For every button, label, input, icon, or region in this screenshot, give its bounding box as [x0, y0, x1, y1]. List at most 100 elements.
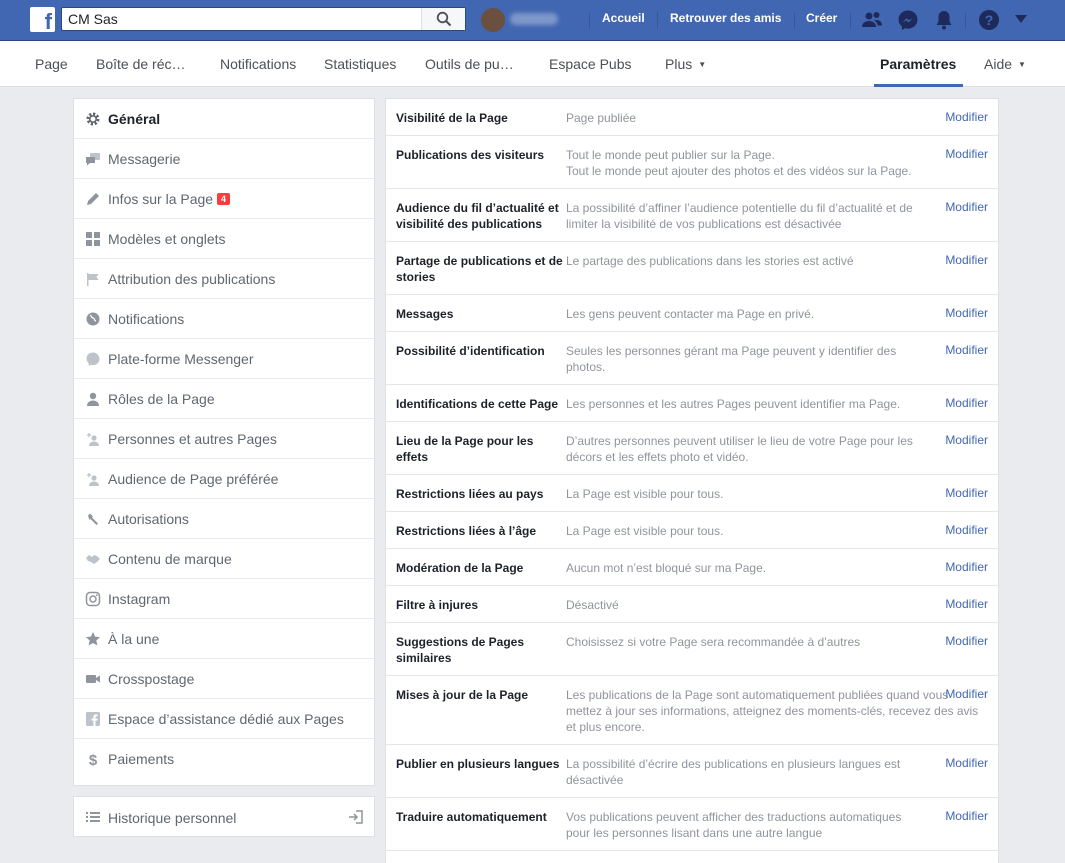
active-tab-indicator [874, 84, 963, 87]
top-navigation-bar: f Accueil Retrouver des amis Créer ? [0, 0, 1065, 41]
friends-icon[interactable] [860, 8, 884, 32]
video-icon [86, 675, 100, 683]
tab-statistics[interactable]: Statistiques [324, 56, 396, 72]
edit-link[interactable]: Modifier [945, 343, 988, 357]
edit-link[interactable]: Modifier [945, 433, 988, 447]
sidebar-item-preferred-audience[interactable]: Audience de Page préférée [74, 459, 374, 499]
edit-link[interactable]: Modifier [945, 396, 988, 410]
sidebar-item-page-info[interactable]: Infos sur la Page 4 [74, 179, 374, 219]
sidebar-item-label: Paiements [108, 751, 175, 767]
sidebar-item-branded-content[interactable]: Contenu de marque [74, 539, 374, 579]
sidebar-item-crossposting[interactable]: Crosspostage [74, 659, 374, 699]
help-icon[interactable]: ? [977, 8, 1001, 32]
setting-row-story-sharing: Partage de publications et de stories Le… [386, 242, 998, 295]
setting-title: Lieu de la Page pour les effets [396, 434, 534, 464]
setting-title: Identifications de cette Page [396, 397, 559, 411]
edit-link[interactable]: Modifier [945, 597, 988, 611]
star-icon [85, 632, 101, 646]
sidebar-item-label: Espace d’assistance dédié aux Pages [108, 711, 344, 727]
tab-help[interactable]: Aide ▼ [984, 56, 1026, 72]
edit-link[interactable]: Modifier [945, 523, 988, 537]
tab-publishing-tools[interactable]: Outils de pu… [425, 56, 514, 72]
sidebar-item-label: Personnes et autres Pages [108, 431, 277, 447]
tab-ad-center[interactable]: Espace Pubs [549, 56, 632, 72]
sidebar-item-label: Crosspostage [108, 671, 195, 687]
sidebar-item-templates-tabs[interactable]: Modèles et onglets [74, 219, 374, 259]
setting-row-page-location-effects: Lieu de la Page pour les effets D’autres… [386, 422, 998, 475]
sidebar-item-label: Infos sur la Page [108, 191, 214, 207]
search-input[interactable] [62, 8, 422, 30]
edit-link[interactable]: Modifier [945, 486, 988, 500]
setting-row-page-moderation: Modération de la Page Aucun mot n’est bl… [386, 549, 998, 586]
setting-description: Le partage des publications dans les sto… [566, 254, 854, 268]
sidebar-item-featured[interactable]: À la une [74, 619, 374, 659]
setting-title: Modération de la Page [396, 561, 524, 575]
tab-settings[interactable]: Paramètres [880, 56, 956, 72]
setting-row-page-visibility: Visibilité de la Page Page publiée Modif… [386, 99, 998, 136]
setting-description: La Page est visible pour tous. [566, 524, 724, 538]
setting-row-page-updates: Mises à jour de la Page Les publications… [386, 676, 998, 745]
messenger-icon[interactable] [896, 8, 920, 32]
setting-row-profanity-filter: Filtre à injures Désactivé Modifier [386, 586, 998, 623]
sidebar-item-messenger-platform[interactable]: Plate-forme Messenger [74, 339, 374, 379]
edit-link[interactable]: Modifier [945, 809, 988, 823]
sign-in-icon[interactable] [348, 809, 364, 825]
sidebar-item-notifications[interactable]: Notifications [74, 299, 374, 339]
edit-link[interactable]: Modifier [945, 200, 988, 214]
setting-description: Les publications de la Page sont automat… [566, 688, 979, 734]
bell-icon[interactable] [932, 8, 956, 32]
caret-down-icon[interactable] [1014, 13, 1028, 25]
facebook-logo-icon[interactable]: f [30, 7, 55, 34]
create-link[interactable]: Créer [806, 11, 837, 25]
list-icon [86, 812, 100, 822]
setting-title: Partage de publications et de stories [396, 254, 563, 284]
edit-link[interactable]: Modifier [945, 634, 988, 648]
edit-link[interactable]: Modifier [945, 110, 988, 124]
edit-link[interactable]: Modifier [945, 560, 988, 574]
sidebar-item-general[interactable]: Général [74, 99, 374, 139]
tab-inbox[interactable]: Boîte de réc… [96, 56, 186, 72]
setting-title: Publier en plusieurs langues [396, 757, 560, 771]
sidebar-item-page-roles[interactable]: Rôles de la Page [74, 379, 374, 419]
grid-icon [86, 232, 100, 246]
gear-icon [86, 112, 100, 126]
setting-description: La Page est visible pour tous. [566, 487, 724, 501]
notification-badge: 4 [217, 193, 231, 205]
sidebar-item-post-attribution[interactable]: Attribution des publications [74, 259, 374, 299]
edit-link[interactable]: Modifier [945, 253, 988, 267]
facebook-icon [86, 712, 100, 726]
tab-more[interactable]: Plus ▼ [665, 56, 706, 72]
search-button[interactable] [421, 8, 465, 30]
setting-row-messages: Messages Les gens peuvent contacter ma P… [386, 295, 998, 332]
tab-page[interactable]: Page [35, 56, 68, 72]
sidebar-item-label: Rôles de la Page [108, 391, 215, 407]
tab-notifications[interactable]: Notifications [220, 56, 296, 72]
globe-icon [86, 312, 100, 326]
svg-text:?: ? [985, 12, 994, 28]
sidebar-item-permissions[interactable]: Autorisations [74, 499, 374, 539]
instagram-icon [85, 591, 101, 607]
setting-row-visitor-posts: Publications des visiteurs Tout le monde… [386, 136, 998, 189]
divider [589, 12, 590, 29]
sidebar-item-page-support-inbox[interactable]: Espace d’assistance dédié aux Pages [74, 699, 374, 739]
edit-link[interactable]: Modifier [945, 147, 988, 161]
setting-description: Page publiée [566, 111, 637, 125]
pencil-icon [87, 193, 99, 205]
sidebar-item-people-pages[interactable]: Personnes et autres Pages [74, 419, 374, 459]
activity-log-link[interactable]: Historique personnel [73, 796, 375, 837]
avatar [481, 8, 505, 32]
home-link[interactable]: Accueil [602, 11, 645, 25]
edit-link[interactable]: Modifier [945, 756, 988, 770]
sidebar-item-instagram[interactable]: Instagram [74, 579, 374, 619]
sidebar-item-label: Messagerie [108, 151, 181, 167]
sidebar-item-label: Général [108, 111, 161, 127]
edit-link[interactable]: Modifier [945, 306, 988, 320]
sidebar-item-label: Instagram [108, 591, 171, 607]
activity-log-label: Historique personnel [108, 810, 237, 826]
settings-panel: Visibilité de la Page Page publiée Modif… [385, 98, 999, 863]
sidebar-item-payments[interactable]: $ Paiements [74, 739, 374, 779]
edit-link[interactable]: Modifier [945, 687, 988, 701]
find-friends-link[interactable]: Retrouver des amis [670, 11, 781, 25]
sidebar-item-messaging[interactable]: Messagerie [74, 139, 374, 179]
setting-title: Suggestions de Pages similaires [396, 635, 525, 665]
